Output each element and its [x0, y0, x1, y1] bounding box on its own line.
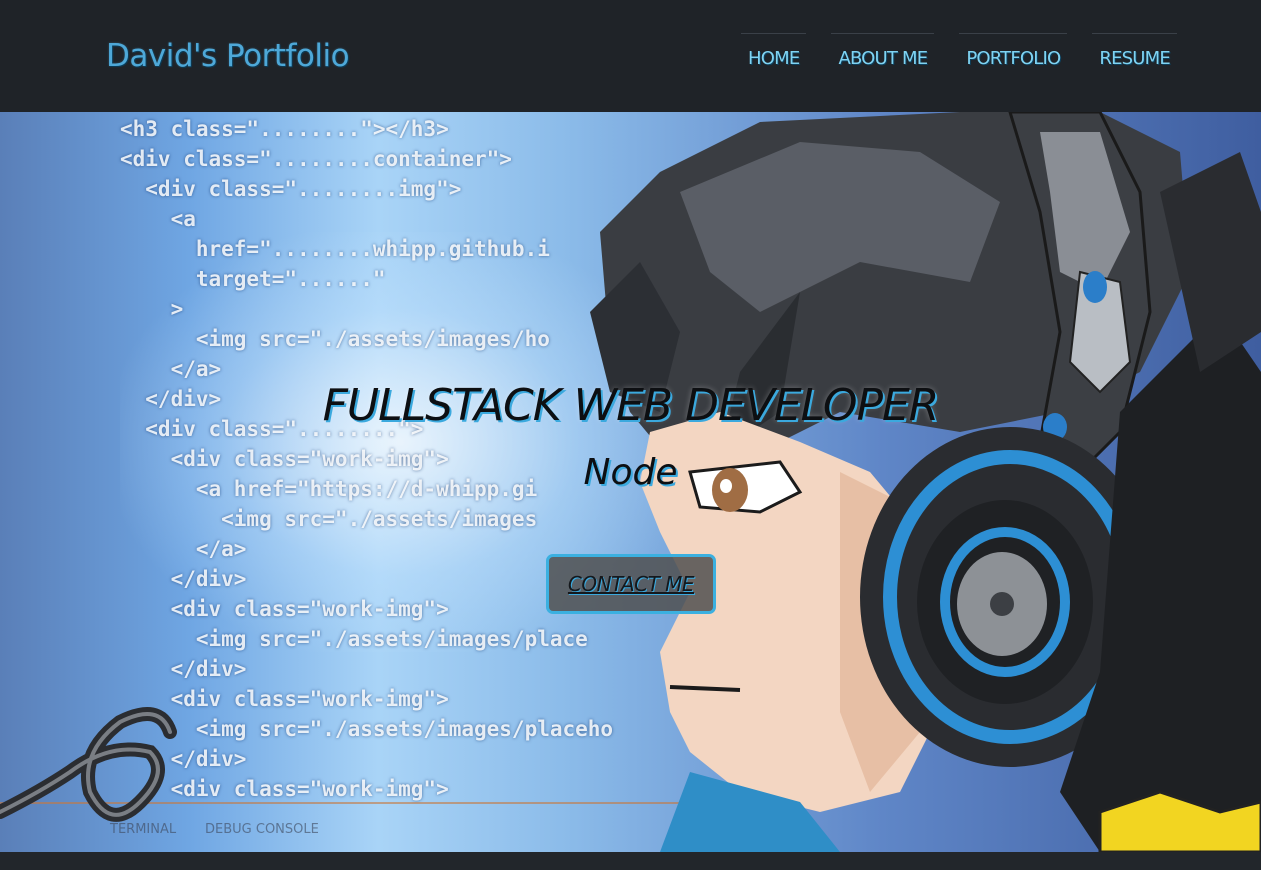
main-nav: HOME ABOUT ME PORTFOLIO RESUME	[741, 33, 1177, 69]
hero-banner: <h3 class="........"></h3> <div class=".…	[0, 112, 1261, 852]
top-navbar: David's Portfolio HOME ABOUT ME PORTFOLI…	[0, 0, 1261, 112]
contact-me-button[interactable]: CONTACT ME	[546, 554, 716, 614]
nav-home-link[interactable]: HOME	[741, 33, 807, 69]
nav-portfolio-link[interactable]: PORTFOLIO	[959, 33, 1068, 69]
hero-typed-skill: Node	[583, 452, 678, 493]
hero-headline: FULLSTACK WEB DEVELOPER	[322, 380, 940, 431]
brand-link[interactable]: David's Portfolio	[106, 38, 350, 74]
nav-about-me-link[interactable]: ABOUT ME	[831, 33, 935, 69]
page-bottom-strip	[0, 852, 1261, 870]
hero-content: FULLSTACK WEB DEVELOPER Node CONTACT ME	[0, 112, 1261, 852]
nav-resume-link[interactable]: RESUME	[1092, 33, 1177, 69]
